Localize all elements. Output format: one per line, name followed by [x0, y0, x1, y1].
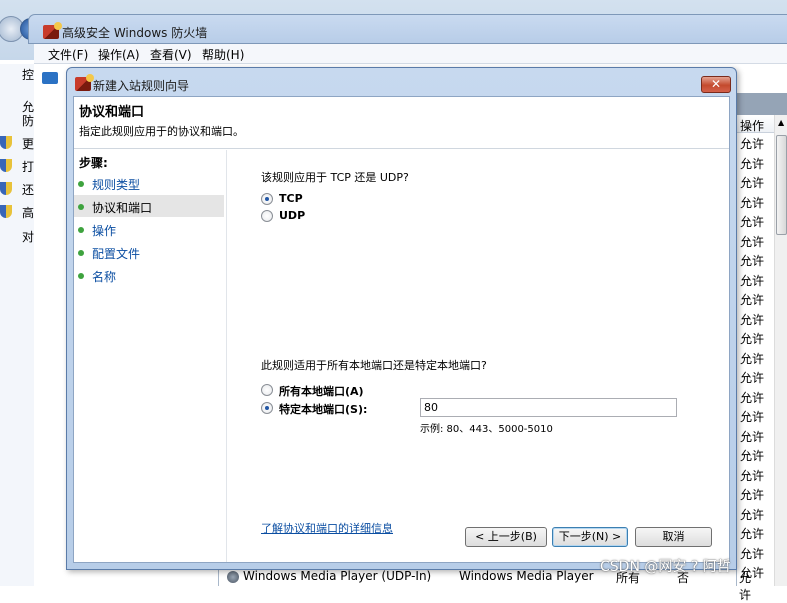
main-menu-bar: 文件(F) 操作(A) 查看(V) 帮助(H): [34, 44, 787, 64]
table-cell-action: 允许: [740, 273, 765, 288]
port-question: 此规则适用于所有本地端口还是特定本地端口?: [261, 359, 487, 372]
main-window-title: 高级安全 Windows 防火墙: [62, 26, 208, 40]
table-cell-action: 允许: [740, 137, 765, 151]
table-cell-action: 允许: [740, 332, 765, 346]
all-local-ports-label[interactable]: 所有本地端口(A): [279, 383, 364, 399]
wizard-steps-pane: 步骤: 规则类型 协议和端口 操作 配置文件 名称: [74, 150, 227, 562]
rule-group-cell: Windows Media Player: [459, 569, 594, 583]
left-fragment: 对: [22, 230, 35, 244]
specific-local-ports-radio[interactable]: [261, 402, 273, 414]
shield-icon: [0, 205, 12, 218]
menu-help[interactable]: 帮助(H): [202, 46, 244, 63]
step-label: 规则类型: [92, 178, 141, 192]
shield-icon: [0, 182, 12, 195]
menu-view[interactable]: 查看(V): [150, 46, 192, 63]
wizard-app-icon: [75, 74, 94, 91]
tcp-radio-label[interactable]: TCP: [279, 192, 303, 205]
rule-action-cell: 允许: [739, 571, 752, 602]
udp-radio-label[interactable]: UDP: [279, 209, 305, 222]
media-player-icon: [227, 571, 239, 583]
close-button[interactable]: ✕: [701, 76, 731, 93]
table-cell-action: 允许: [740, 468, 765, 483]
shield-icon: [0, 159, 12, 172]
port-example-text: 示例: 80、443、5000-5010: [420, 424, 553, 435]
page-title: 协议和端口: [79, 105, 145, 120]
left-fragment: 防: [22, 114, 35, 128]
table-cell-action: 允许: [740, 176, 765, 190]
help-link[interactable]: 了解协议和端口的详细信息: [261, 520, 393, 536]
table-cell-action: 允许: [740, 546, 765, 561]
rules-list-right-panel: 操作 允许 允许 允许 允许 允许 允许 允许 允许 允许 允许 允许 允许 允许 允许 允许 允许 允许 允许允…: [736, 93, 787, 586]
shield-icon: [0, 136, 12, 149]
all-local-ports-radio[interactable]: [261, 384, 273, 396]
next-button[interactable]: 下一步(N) >: [552, 527, 628, 547]
left-fragment[interactable]: 还: [22, 181, 34, 198]
table-cell-action: 允许: [740, 156, 765, 171]
column-header-action[interactable]: 操作: [737, 115, 774, 133]
table-cell-action: 允许: [740, 507, 765, 522]
step-label: 协议和端口: [92, 201, 153, 215]
step-label: 配置文件: [92, 247, 141, 261]
step-rule-type[interactable]: 规则类型: [74, 172, 224, 194]
step-protocol-and-ports[interactable]: 协议和端口: [74, 195, 224, 217]
step-bullet-icon: [78, 204, 84, 210]
step-bullet-icon: [78, 273, 84, 279]
main-left-panel: 控 允 防 更 打 还 高 对: [0, 64, 58, 586]
protocol-question: 该规则应用于 TCP 还是 UDP?: [261, 171, 409, 184]
step-label: 名称: [92, 270, 117, 284]
table-cell-action: 允许: [740, 390, 765, 405]
udp-radio[interactable]: [261, 210, 273, 222]
table-cell-action: 允许: [740, 488, 765, 502]
step-name[interactable]: 名称: [74, 264, 224, 286]
table-cell-action: 允许: [740, 371, 765, 385]
menu-action[interactable]: 操作(A): [98, 46, 140, 63]
table-cell-action: 允许: [740, 234, 765, 249]
left-fragment[interactable]: 高: [22, 204, 34, 221]
step-bullet-icon: [78, 227, 84, 233]
menu-file[interactable]: 文件(F): [48, 46, 88, 63]
rules-list-header-bar: [737, 93, 787, 115]
specific-local-ports-label[interactable]: 特定本地端口(S):: [279, 401, 367, 417]
table-cell-action: 允许: [740, 293, 765, 307]
rule-name-cell: Windows Media Player (UDP-In): [243, 569, 432, 583]
table-cell-action: 允许: [740, 429, 765, 444]
table-cell-action: 允许: [740, 527, 765, 541]
wizard-header: 协议和端口 指定此规则应用于的协议和端口。: [74, 97, 729, 149]
left-fragment: 控: [22, 68, 35, 82]
step-label: 操作: [92, 224, 117, 238]
table-cell-action: 允许: [740, 312, 765, 327]
wizard-body: 协议和端口 指定此规则应用于的协议和端口。 步骤: 规则类型 协议和端口 操作 …: [73, 96, 730, 563]
firewall-app-icon: [43, 22, 62, 39]
port-input[interactable]: [420, 398, 677, 417]
table-cell-action: 允许: [740, 195, 765, 210]
step-profile[interactable]: 配置文件: [74, 241, 224, 263]
step-bullet-icon: [78, 250, 84, 256]
table-cell-action: 允许: [740, 254, 765, 268]
table-cell-action: 允许: [740, 410, 765, 424]
page-subtitle: 指定此规则应用于的协议和端口。: [79, 125, 244, 138]
dialog-title: 新建入站规则向导: [93, 79, 190, 93]
scroll-up-arrow-icon[interactable]: ▲: [778, 118, 784, 127]
table-cell-action: 允许: [740, 449, 765, 463]
nav-back-icon[interactable]: [42, 72, 58, 84]
left-fragment[interactable]: 更: [22, 135, 34, 152]
table-cell-action: 允许: [740, 215, 765, 229]
wizard-content-pane: 该规则应用于 TCP 还是 UDP? TCP UDP 此规则适用于所有本地端口还…: [227, 150, 729, 562]
scrollbar-thumb[interactable]: [776, 135, 787, 235]
back-button[interactable]: < 上一步(B): [465, 527, 547, 547]
new-inbound-rule-wizard-dialog: 新建入站规则向导 ✕ 协议和端口 指定此规则应用于的协议和端口。 步骤: 规则类…: [66, 67, 737, 570]
step-action[interactable]: 操作: [74, 218, 224, 240]
csdn-watermark: CSDN @网安 ? 阿哲: [600, 559, 731, 575]
step-bullet-icon: [78, 181, 84, 187]
steps-title: 步骤:: [79, 156, 108, 170]
table-cell-action: 允许: [740, 351, 765, 366]
left-fragment[interactable]: 打: [22, 158, 34, 175]
cancel-button[interactable]: 取消: [635, 527, 712, 547]
rules-list-scrollbar[interactable]: ▲: [774, 115, 787, 586]
tcp-radio[interactable]: [261, 193, 273, 205]
